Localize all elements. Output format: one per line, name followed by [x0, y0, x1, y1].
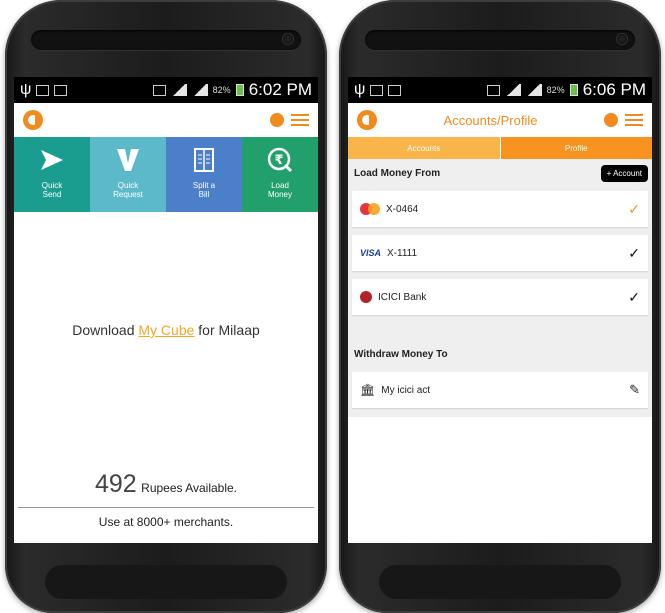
news-notification-icon	[388, 84, 402, 96]
wifi-icon	[170, 84, 187, 96]
check-icon[interactable]: ✓	[628, 290, 640, 304]
account-card-icici[interactable]: ICICI Bank ✓	[352, 279, 648, 315]
menu-icon[interactable]	[625, 114, 643, 126]
clock: 6:02 PM	[248, 80, 312, 99]
bill-icon	[189, 145, 219, 175]
phone-right: ψ 82% 6:06 PM Accounts/Profile Accounts …	[339, 0, 661, 613]
action-tiles: Quick Send Quick Request Split a Bill ₹ …	[14, 137, 318, 212]
account-name: X-1111	[387, 247, 418, 259]
usb-icon: ψ	[20, 81, 32, 98]
withdraw-account-card[interactable]: 🏛 My icici act ✎	[352, 372, 648, 408]
phone-left: ψ 82% 6:02 PM Quick Send Quick Request S…	[5, 0, 327, 613]
edit-pencil-icon[interactable]: ✎	[629, 382, 640, 398]
load-money-button[interactable]: ₹ Load Money	[242, 137, 318, 212]
status-bar: ψ 82% 6:02 PM	[14, 77, 318, 103]
clock: 6:06 PM	[582, 80, 646, 99]
section-title: Withdraw Money To	[354, 349, 448, 360]
usb-icon: ψ	[354, 81, 366, 98]
account-card-mastercard[interactable]: X-0464 ✓	[352, 191, 648, 227]
mute-icon	[152, 84, 166, 96]
section-title: Load Money From	[354, 167, 441, 179]
app-bar: Accounts/Profile	[348, 103, 652, 137]
my-cube-link[interactable]: My Cube	[138, 322, 194, 338]
gallery-notification-icon	[36, 84, 50, 96]
app-logo-icon[interactable]	[23, 110, 43, 130]
speaker-grille	[31, 30, 301, 50]
globe-icon[interactable]	[270, 113, 284, 127]
home-screen: ψ 82% 6:02 PM Quick Send Quick Request S…	[14, 77, 318, 543]
signal-icon	[525, 84, 542, 96]
svg-text:₹: ₹	[274, 153, 283, 168]
rupee-coin-icon: ₹	[265, 145, 295, 175]
load-money-list: X-0464 ✓ VISA X-1111 ✓ ICICI Bank ✓	[348, 187, 652, 324]
add-account-button[interactable]: + Account	[600, 164, 648, 182]
balance-display: 492 Rupees Available.	[14, 470, 318, 499]
page-title: Accounts/Profile	[443, 112, 538, 128]
merchants-text: Use at 8000+ merchants.	[98, 515, 234, 529]
load-money-header: Load Money From + Account	[348, 159, 652, 187]
balance-amount: 492	[94, 470, 137, 498]
signal-icon	[191, 84, 208, 96]
account-name: ICICI Bank	[378, 291, 427, 303]
check-icon[interactable]: ✓	[628, 246, 640, 260]
front-camera	[617, 34, 627, 44]
mastercard-icon	[360, 203, 380, 215]
battery-level: 82%	[212, 85, 231, 95]
bank-icon: 🏛	[360, 383, 376, 397]
bottom-bezel	[45, 565, 287, 599]
mute-icon	[486, 84, 500, 96]
quick-request-button[interactable]: Quick Request	[90, 137, 166, 212]
balance-label: Rupees Available.	[141, 481, 238, 495]
tab-bar: Accounts Profile	[348, 137, 652, 159]
app-logo-icon[interactable]	[357, 110, 377, 130]
speaker-grille	[365, 30, 635, 50]
account-name: X-0464	[386, 203, 419, 215]
withdraw-header: Withdraw Money To	[348, 324, 652, 368]
battery-level: 82%	[546, 85, 565, 95]
front-camera	[283, 34, 293, 44]
battery-icon	[235, 84, 244, 96]
account-card-visa[interactable]: VISA X-1111 ✓	[352, 235, 648, 271]
icici-icon	[360, 291, 372, 303]
accounts-screen: ψ 82% 6:06 PM Accounts/Profile Accounts …	[348, 77, 652, 543]
divider	[18, 507, 314, 508]
app-bar	[14, 103, 318, 137]
withdraw-list: 🏛 My icici act ✎	[348, 368, 652, 417]
request-v-icon	[113, 145, 143, 175]
download-prompt: Download My Cube for Milaap	[72, 322, 260, 338]
globe-icon[interactable]	[604, 113, 618, 127]
tab-profile[interactable]: Profile	[500, 137, 652, 159]
quick-send-button[interactable]: Quick Send	[14, 137, 90, 212]
battery-icon	[569, 84, 578, 96]
gallery-notification-icon	[370, 84, 384, 96]
tab-accounts[interactable]: Accounts	[348, 137, 501, 159]
send-arrow-icon	[37, 145, 67, 175]
wifi-icon	[504, 84, 521, 96]
account-name: My icici act	[381, 384, 431, 396]
bottom-bezel	[379, 565, 621, 599]
check-icon[interactable]: ✓	[628, 202, 640, 216]
visa-icon: VISA	[360, 248, 382, 258]
status-bar: ψ 82% 6:06 PM	[348, 77, 652, 103]
split-bill-button[interactable]: Split a Bill	[166, 137, 242, 212]
menu-icon[interactable]	[291, 114, 309, 126]
news-notification-icon	[54, 84, 68, 96]
